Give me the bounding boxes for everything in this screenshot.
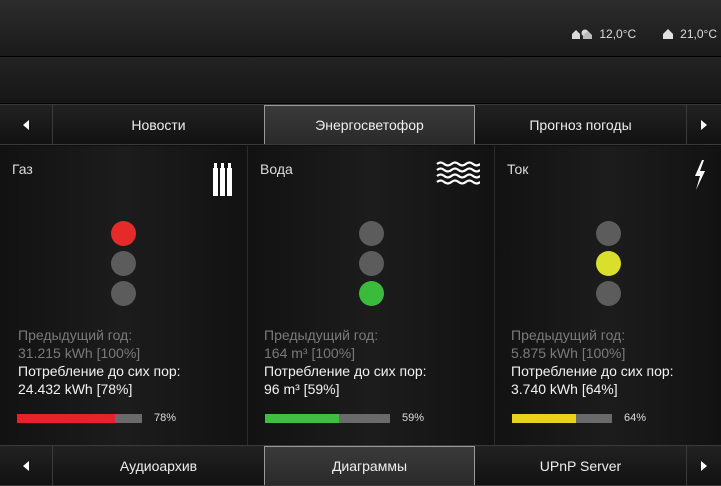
traffic-light — [495, 221, 721, 306]
top-status-bar: 12,0°C 21,0°C — [0, 0, 721, 57]
current-label: Потребление до сих пор: — [264, 363, 427, 379]
gas-panel: Газ Предыдущий год: 31.215 kWh [100%] По… — [0, 146, 247, 445]
gas-cylinders-icon — [213, 160, 233, 201]
traffic-light — [248, 221, 494, 306]
current-label: Потребление до сих пор: — [18, 363, 181, 379]
tab-label: Диаграммы — [331, 458, 408, 474]
water-panel: Вода Предыдущий год: 164 m³ [100%] Потре… — [247, 146, 494, 445]
tab-label: Аудиоархив — [119, 457, 198, 474]
light-red — [595, 221, 621, 246]
tab-label: UPnP Server — [539, 457, 622, 474]
progress-bar — [17, 413, 142, 423]
current-value: 3.740 kWh [64%] — [511, 381, 618, 397]
panel-title: Ток — [507, 161, 529, 177]
previous-year-label: Предыдущий год: — [264, 327, 379, 343]
tab-upnp-server[interactable]: UPnP Server — [475, 446, 686, 485]
tab-charts[interactable]: Диаграммы — [264, 446, 475, 485]
light-red — [358, 221, 384, 246]
tab-label: Новости — [131, 116, 186, 133]
previous-year-value: 31.215 kWh [100%] — [18, 345, 141, 361]
traffic-light — [0, 221, 247, 306]
sub-header-bar — [0, 57, 721, 104]
progress-percent: 78% — [154, 412, 177, 424]
progress: 64% — [512, 412, 646, 424]
tabs-left-arrow[interactable] — [0, 105, 53, 144]
progress: 59% — [265, 412, 424, 424]
chevron-left-icon — [23, 119, 29, 130]
light-yellow — [595, 251, 621, 276]
progress: 78% — [17, 412, 176, 424]
previous-year-label: Предыдущий год: — [511, 327, 626, 343]
light-red — [111, 221, 136, 246]
consumption-info: Предыдущий год: 31.215 kWh [100%] Потреб… — [18, 326, 181, 398]
current-value: 24.432 kWh [78%] — [18, 381, 133, 397]
current-value: 96 m³ [59%] — [264, 381, 340, 397]
light-green — [595, 281, 621, 306]
previous-year-label: Предыдущий год: — [18, 327, 133, 343]
energy-panels: Газ Предыдущий год: 31.215 kWh [100%] По… — [0, 146, 721, 445]
panel-title: Газ — [12, 161, 33, 177]
light-yellow — [111, 251, 136, 276]
panel-title: Вода — [260, 161, 293, 177]
tab-weather-forecast[interactable]: Прогноз погоды — [475, 105, 686, 144]
water-waves-icon — [436, 160, 481, 191]
tabs-right-arrow[interactable] — [686, 105, 720, 144]
progress-bar — [265, 413, 390, 423]
temperature-readout: 12,0°C 21,0°C — [571, 27, 717, 41]
consumption-info: Предыдущий год: 5.875 kWh [100%] Потребл… — [511, 326, 674, 398]
tab-audio-archive[interactable]: Аудиоархив — [53, 446, 264, 485]
progress-fill — [17, 413, 115, 423]
bottom-tab-bar: Аудиоархив Диаграммы UPnP Server — [0, 445, 721, 486]
bottom-tabs-left-arrow[interactable] — [0, 446, 53, 485]
outdoor-temperature: 12,0°C — [599, 27, 637, 41]
previous-year-value: 164 m³ [100%] — [264, 345, 356, 361]
indoor-temperature: 21,0°C — [680, 27, 717, 41]
progress-percent: 64% — [624, 412, 647, 424]
top-tab-bar: Новости Энергосветофор Прогноз погоды — [0, 104, 721, 145]
progress-fill — [265, 413, 339, 423]
outdoor-house-tree-icon — [571, 28, 593, 40]
house-icon — [662, 28, 674, 40]
tab-news[interactable]: Новости — [53, 105, 264, 144]
consumption-info: Предыдущий год: 164 m³ [100%] Потреблени… — [264, 326, 427, 398]
light-green — [358, 281, 384, 306]
tab-label: Энергосветофор — [315, 117, 424, 133]
light-yellow — [358, 251, 384, 276]
progress-percent: 59% — [402, 412, 425, 424]
previous-year-value: 5.875 kWh [100%] — [511, 345, 626, 361]
tab-label: Прогноз погоды — [529, 116, 632, 133]
progress-fill — [512, 413, 576, 423]
lightning-icon — [693, 160, 707, 195]
current-label: Потребление до сих пор: — [511, 363, 674, 379]
bottom-tabs-right-arrow[interactable] — [686, 446, 720, 485]
electricity-panel: Ток Предыдущий год: 5.875 kWh [100%] Пот… — [494, 146, 721, 445]
chevron-right-icon — [700, 119, 707, 130]
progress-bar — [512, 413, 612, 423]
tab-energy-traffic-light[interactable]: Энергосветофор — [264, 105, 475, 144]
chevron-left-icon — [23, 460, 29, 471]
light-green — [111, 281, 136, 306]
chevron-right-icon — [700, 460, 707, 471]
